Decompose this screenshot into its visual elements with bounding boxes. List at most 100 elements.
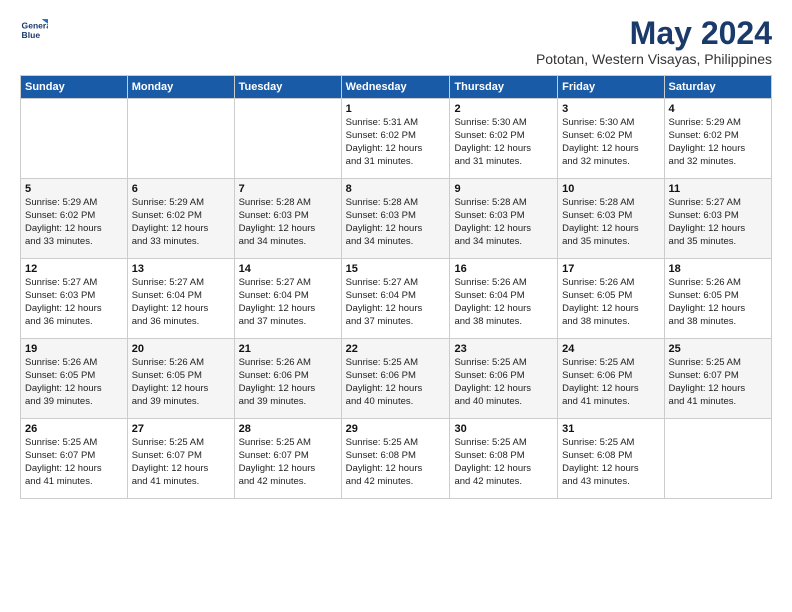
day-info: Sunrise: 5:30 AM Sunset: 6:02 PM Dayligh… (562, 117, 659, 168)
day-number: 5 (25, 183, 123, 195)
day-info: Sunrise: 5:27 AM Sunset: 6:03 PM Dayligh… (25, 277, 123, 328)
day-cell: 20 Sunrise: 5:26 AM Sunset: 6:05 PM Dayli… (127, 339, 234, 419)
day-cell: 3Sunrise: 5:30 AM Sunset: 6:02 PM Daylig… (558, 99, 664, 179)
day-cell: 28Sunrise: 5:25 AM Sunset: 6:07 PM Dayli… (234, 419, 341, 499)
day-cell: 29 Sunrise: 5:25 AM Sunset: 6:08 PM Dayli… (341, 419, 450, 499)
day-info: Sunrise: 5:25 AM Sunset: 6:08 PM Dayligh… (454, 437, 553, 488)
day-info: Sunrise: 5:28 AM Sunset: 6:03 PM Dayligh… (239, 197, 337, 248)
day-number: 18 (669, 263, 767, 275)
week-row-1: 1 Sunrise: 5:31 AM Sunset: 6:02 PM Daylig… (21, 99, 772, 179)
day-cell: 30 Sunrise: 5:25 AM Sunset: 6:08 PM Dayli… (450, 419, 558, 499)
day-cell: 23Sunrise: 5:25 AM Sunset: 6:06 PM Dayli… (450, 339, 558, 419)
day-cell: 7Sunrise: 5:28 AM Sunset: 6:03 PM Daylig… (234, 179, 341, 259)
day-info: Sunrise: 5:27 AM Sunset: 6:04 PM Dayligh… (132, 277, 230, 328)
col-wednesday: Wednesday (341, 76, 450, 99)
day-cell: 22 Sunrise: 5:25 AM Sunset: 6:06 PM Dayli… (341, 339, 450, 419)
col-friday: Friday (558, 76, 664, 99)
day-cell: 9Sunrise: 5:28 AM Sunset: 6:03 PM Daylig… (450, 179, 558, 259)
day-info: Sunrise: 5:28 AM Sunset: 6:03 PM Dayligh… (454, 197, 553, 248)
day-number: 25 (669, 343, 767, 355)
day-number: 11 (669, 183, 767, 195)
day-cell: 5 Sunrise: 5:29 AM Sunset: 6:02 PM Daylig… (21, 179, 128, 259)
day-info: Sunrise: 5:26 AM Sunset: 6:05 PM Dayligh… (132, 357, 230, 408)
logo: General Blue (20, 16, 48, 44)
day-cell: 16 Sunrise: 5:26 AM Sunset: 6:04 PM Dayli… (450, 259, 558, 339)
day-cell: 6 Sunrise: 5:29 AM Sunset: 6:02 PM Daylig… (127, 179, 234, 259)
logo-icon: General Blue (20, 16, 48, 44)
day-info: Sunrise: 5:28 AM Sunset: 6:03 PM Dayligh… (562, 197, 659, 248)
day-cell: 10 Sunrise: 5:28 AM Sunset: 6:03 PM Dayli… (558, 179, 664, 259)
day-cell (664, 419, 771, 499)
col-tuesday: Tuesday (234, 76, 341, 99)
day-number: 28 (239, 423, 337, 435)
day-number: 30 (454, 423, 553, 435)
day-info: Sunrise: 5:26 AM Sunset: 6:06 PM Dayligh… (239, 357, 337, 408)
day-number: 29 (346, 423, 446, 435)
day-info: Sunrise: 5:25 AM Sunset: 6:06 PM Dayligh… (454, 357, 553, 408)
day-info: Sunrise: 5:26 AM Sunset: 6:05 PM Dayligh… (669, 277, 767, 328)
day-number: 27 (132, 423, 230, 435)
day-number: 1 (346, 103, 446, 115)
day-number: 24 (562, 343, 659, 355)
day-number: 12 (25, 263, 123, 275)
month-title: May 2024 (536, 16, 772, 51)
day-number: 4 (669, 103, 767, 115)
day-cell (127, 99, 234, 179)
day-info: Sunrise: 5:27 AM Sunset: 6:03 PM Dayligh… (669, 197, 767, 248)
day-cell: 8Sunrise: 5:28 AM Sunset: 6:03 PM Daylig… (341, 179, 450, 259)
title-block: May 2024 Pototan, Western Visayas, Phili… (536, 16, 772, 67)
day-info: Sunrise: 5:27 AM Sunset: 6:04 PM Dayligh… (239, 277, 337, 328)
day-info: Sunrise: 5:25 AM Sunset: 6:07 PM Dayligh… (132, 437, 230, 488)
calendar-table: Sunday Monday Tuesday Wednesday Thursday… (20, 75, 772, 499)
day-cell: 24 Sunrise: 5:25 AM Sunset: 6:06 PM Dayli… (558, 339, 664, 419)
col-saturday: Saturday (664, 76, 771, 99)
location-subtitle: Pototan, Western Visayas, Philippines (536, 51, 772, 67)
day-cell (21, 99, 128, 179)
week-row-2: 5 Sunrise: 5:29 AM Sunset: 6:02 PM Daylig… (21, 179, 772, 259)
day-cell: 11 Sunrise: 5:27 AM Sunset: 6:03 PM Dayli… (664, 179, 771, 259)
day-info: Sunrise: 5:26 AM Sunset: 6:05 PM Dayligh… (25, 357, 123, 408)
day-number: 16 (454, 263, 553, 275)
week-row-4: 19Sunrise: 5:26 AM Sunset: 6:05 PM Dayli… (21, 339, 772, 419)
day-cell: 13Sunrise: 5:27 AM Sunset: 6:04 PM Dayli… (127, 259, 234, 339)
day-cell: 15 Sunrise: 5:27 AM Sunset: 6:04 PM Dayli… (341, 259, 450, 339)
col-sunday: Sunday (21, 76, 128, 99)
day-number: 26 (25, 423, 123, 435)
col-thursday: Thursday (450, 76, 558, 99)
day-number: 31 (562, 423, 659, 435)
week-row-5: 26 Sunrise: 5:25 AM Sunset: 6:07 PM Dayli… (21, 419, 772, 499)
day-number: 14 (239, 263, 337, 275)
day-cell: 12 Sunrise: 5:27 AM Sunset: 6:03 PM Dayli… (21, 259, 128, 339)
day-cell (234, 99, 341, 179)
day-info: Sunrise: 5:29 AM Sunset: 6:02 PM Dayligh… (669, 117, 767, 168)
day-cell: 25Sunrise: 5:25 AM Sunset: 6:07 PM Dayli… (664, 339, 771, 419)
col-monday: Monday (127, 76, 234, 99)
day-number: 6 (132, 183, 230, 195)
day-cell: 18 Sunrise: 5:26 AM Sunset: 6:05 PM Dayli… (664, 259, 771, 339)
day-info: Sunrise: 5:27 AM Sunset: 6:04 PM Dayligh… (346, 277, 446, 328)
day-info: Sunrise: 5:29 AM Sunset: 6:02 PM Dayligh… (132, 197, 230, 248)
day-cell: 27 Sunrise: 5:25 AM Sunset: 6:07 PM Dayli… (127, 419, 234, 499)
day-number: 22 (346, 343, 446, 355)
day-info: Sunrise: 5:25 AM Sunset: 6:06 PM Dayligh… (346, 357, 446, 408)
day-number: 15 (346, 263, 446, 275)
day-info: Sunrise: 5:25 AM Sunset: 6:06 PM Dayligh… (562, 357, 659, 408)
day-number: 10 (562, 183, 659, 195)
day-info: Sunrise: 5:31 AM Sunset: 6:02 PM Dayligh… (346, 117, 446, 168)
day-info: Sunrise: 5:30 AM Sunset: 6:02 PM Dayligh… (454, 117, 553, 168)
day-cell: 2 Sunrise: 5:30 AM Sunset: 6:02 PM Daylig… (450, 99, 558, 179)
day-info: Sunrise: 5:28 AM Sunset: 6:03 PM Dayligh… (346, 197, 446, 248)
day-cell: 19Sunrise: 5:26 AM Sunset: 6:05 PM Dayli… (21, 339, 128, 419)
svg-text:General: General (22, 20, 48, 30)
header: General Blue May 2024 Pototan, Western V… (20, 16, 772, 67)
day-info: Sunrise: 5:26 AM Sunset: 6:04 PM Dayligh… (454, 277, 553, 328)
day-info: Sunrise: 5:29 AM Sunset: 6:02 PM Dayligh… (25, 197, 123, 248)
day-number: 20 (132, 343, 230, 355)
day-cell: 31 Sunrise: 5:25 AM Sunset: 6:08 PM Dayli… (558, 419, 664, 499)
day-info: Sunrise: 5:25 AM Sunset: 6:08 PM Dayligh… (346, 437, 446, 488)
day-number: 2 (454, 103, 553, 115)
day-number: 17 (562, 263, 659, 275)
day-cell: 4 Sunrise: 5:29 AM Sunset: 6:02 PM Daylig… (664, 99, 771, 179)
day-info: Sunrise: 5:25 AM Sunset: 6:08 PM Dayligh… (562, 437, 659, 488)
day-cell: 26Sunrise: 5:25 AM Sunset: 6:07 PM Dayli… (21, 419, 128, 499)
